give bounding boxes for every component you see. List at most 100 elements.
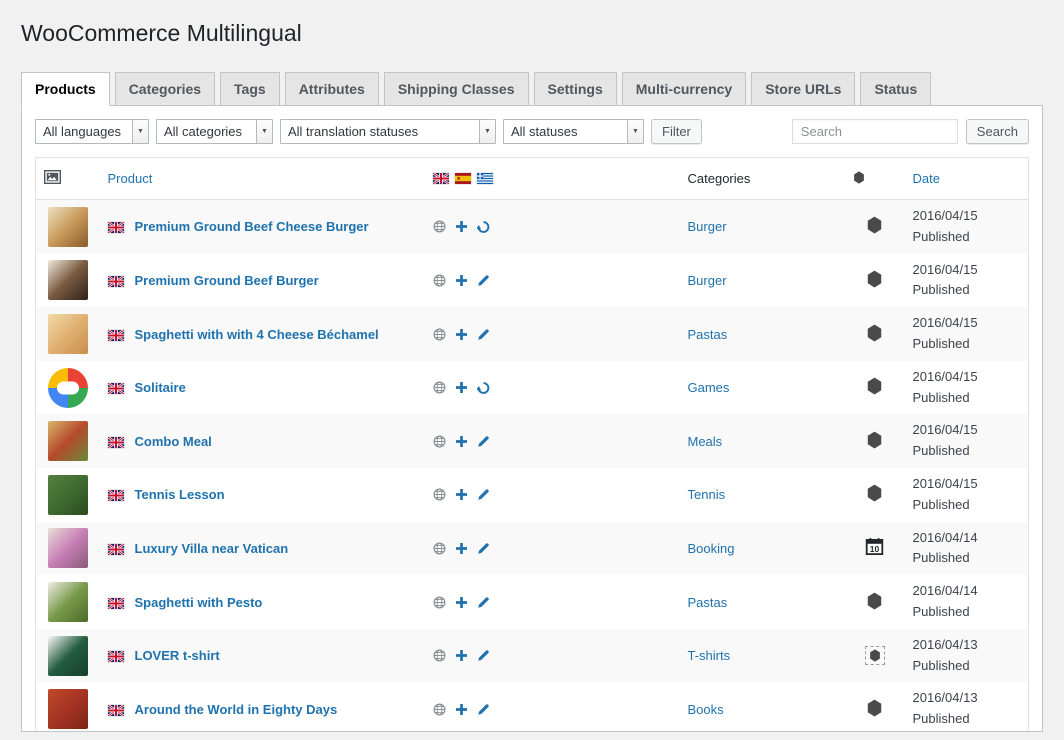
categories-column-header: Categories — [688, 171, 751, 186]
product-name-link[interactable]: Tennis Lesson — [135, 487, 225, 502]
product-thumbnail — [48, 368, 88, 408]
simple-product-hexagon-icon — [866, 324, 883, 342]
category-link[interactable]: Pastas — [688, 595, 728, 610]
tab-tags[interactable]: Tags — [220, 72, 280, 106]
original-language-flag-icon — [108, 383, 124, 394]
category-link[interactable]: Games — [688, 380, 730, 395]
add-translation-icon[interactable] — [455, 381, 468, 394]
translation-languages-header — [433, 173, 672, 184]
edit-translation-icon[interactable] — [477, 488, 490, 501]
product-status: Published — [913, 711, 970, 726]
product-name-link[interactable]: Combo Meal — [135, 434, 212, 449]
add-translation-icon[interactable] — [455, 488, 468, 501]
edit-translation-icon[interactable] — [477, 542, 490, 555]
language-filter-select[interactable]: All languages▼ — [35, 119, 149, 144]
product-thumbnail — [48, 207, 88, 247]
add-translation-icon[interactable] — [455, 435, 468, 448]
product-name-link[interactable]: Spaghetti with Pesto — [135, 595, 263, 610]
update-translation-icon[interactable] — [477, 381, 490, 395]
tab-status[interactable]: Status — [860, 72, 931, 106]
tab-attributes[interactable]: Attributes — [285, 72, 379, 106]
category-link[interactable]: Burger — [688, 273, 727, 288]
flag-es-icon — [455, 173, 471, 184]
category-link[interactable]: Tennis — [688, 487, 726, 502]
category-link[interactable]: Pastas — [688, 327, 728, 342]
filter-selects: All languages▼ All categories▼ All transla… — [35, 119, 644, 144]
product-name-link[interactable]: Luxury Villa near Vatican — [135, 541, 289, 556]
translation-status-filter-selected-value: All translation statuses — [281, 124, 425, 139]
globe-icon — [433, 274, 446, 287]
page: WooCommerce Multilingual ProductsCategor… — [0, 0, 1064, 732]
category-link[interactable]: Books — [688, 702, 724, 717]
dropdown-arrow-icon: ▼ — [132, 120, 148, 143]
product-status: Published — [913, 550, 970, 565]
product-date: 2016/04/15 — [913, 476, 978, 491]
product-thumbnail — [48, 582, 88, 622]
product-thumbnail — [48, 528, 88, 568]
table-row: Luxury Villa near Vatican Booking 10 201… — [36, 522, 1029, 576]
filter-button[interactable]: Filter — [651, 119, 702, 144]
search-area: Search — [792, 119, 1029, 144]
product-date: 2016/04/14 — [913, 530, 978, 545]
add-translation-icon[interactable] — [455, 542, 468, 555]
tab-multi-currency[interactable]: Multi-currency — [622, 72, 746, 106]
search-input[interactable] — [792, 119, 958, 144]
original-language-flag-icon — [108, 437, 124, 448]
products-table: Product Categories Date Premium Ground B… — [35, 157, 1029, 732]
product-name-link[interactable]: Premium Ground Beef Burger — [135, 273, 319, 288]
product-date: 2016/04/15 — [913, 315, 978, 330]
search-button[interactable]: Search — [966, 119, 1029, 144]
add-translation-icon[interactable] — [455, 328, 468, 341]
dropdown-arrow-icon: ▼ — [479, 120, 495, 143]
date-column-sort-link[interactable]: Date — [913, 171, 940, 186]
post-status-filter-select[interactable]: All statuses▼ — [503, 119, 644, 144]
simple-product-hexagon-icon — [866, 377, 883, 395]
table-row: Solitaire Games 2016/04/15Published — [36, 361, 1029, 415]
tab-categories[interactable]: Categories — [115, 72, 215, 106]
product-name-link[interactable]: Spaghetti with with 4 Cheese Béchamel — [135, 327, 379, 342]
booking-product-calendar-icon: 10 — [865, 537, 884, 556]
simple-product-hexagon-icon — [866, 592, 883, 610]
edit-translation-icon[interactable] — [477, 435, 490, 448]
product-status: Published — [913, 658, 970, 673]
update-translation-icon[interactable] — [477, 220, 490, 234]
edit-translation-icon[interactable] — [477, 328, 490, 341]
product-column-sort-link[interactable]: Product — [108, 171, 153, 186]
flag-en-icon — [433, 173, 449, 184]
edit-translation-icon[interactable] — [477, 703, 490, 716]
product-name-link[interactable]: Around the World in Eighty Days — [135, 702, 338, 717]
edit-translation-icon[interactable] — [477, 596, 490, 609]
add-translation-icon[interactable] — [455, 596, 468, 609]
category-link[interactable]: Meals — [688, 434, 723, 449]
category-link[interactable]: T-shirts — [688, 648, 731, 663]
product-date: 2016/04/13 — [913, 637, 978, 652]
edit-translation-icon[interactable] — [477, 274, 490, 287]
flag-el-icon — [477, 173, 493, 184]
product-name-link[interactable]: Premium Ground Beef Cheese Burger — [135, 219, 369, 234]
svg-text:10: 10 — [870, 544, 880, 554]
product-date: 2016/04/15 — [913, 208, 978, 223]
original-language-flag-icon — [108, 544, 124, 555]
simple-product-hexagon-icon — [866, 484, 883, 502]
tab-settings[interactable]: Settings — [534, 72, 617, 106]
tab-shipping-classes[interactable]: Shipping Classes — [384, 72, 529, 106]
table-row: Spaghetti with Pesto Pastas 2016/04/14Pu… — [36, 575, 1029, 629]
tab-products[interactable]: Products — [21, 72, 110, 106]
translation-status-filter-select[interactable]: All translation statuses ▼ — [280, 119, 496, 144]
product-name-link[interactable]: Solitaire — [135, 380, 186, 395]
add-translation-icon[interactable] — [455, 649, 468, 662]
tab-store-urls[interactable]: Store URLs — [751, 72, 855, 106]
product-name-link[interactable]: LOVER t-shirt — [135, 648, 220, 663]
globe-icon — [433, 328, 446, 341]
category-filter-select[interactable]: All categories▼ — [156, 119, 273, 144]
product-thumbnail — [48, 475, 88, 515]
add-translation-icon[interactable] — [455, 220, 468, 233]
add-translation-icon[interactable] — [455, 703, 468, 716]
category-link[interactable]: Burger — [688, 219, 727, 234]
game-controller-icon — [57, 381, 79, 394]
original-language-flag-icon — [108, 651, 124, 662]
category-link[interactable]: Booking — [688, 541, 735, 556]
edit-translation-icon[interactable] — [477, 649, 490, 662]
add-translation-icon[interactable] — [455, 274, 468, 287]
original-language-flag-icon — [108, 705, 124, 716]
